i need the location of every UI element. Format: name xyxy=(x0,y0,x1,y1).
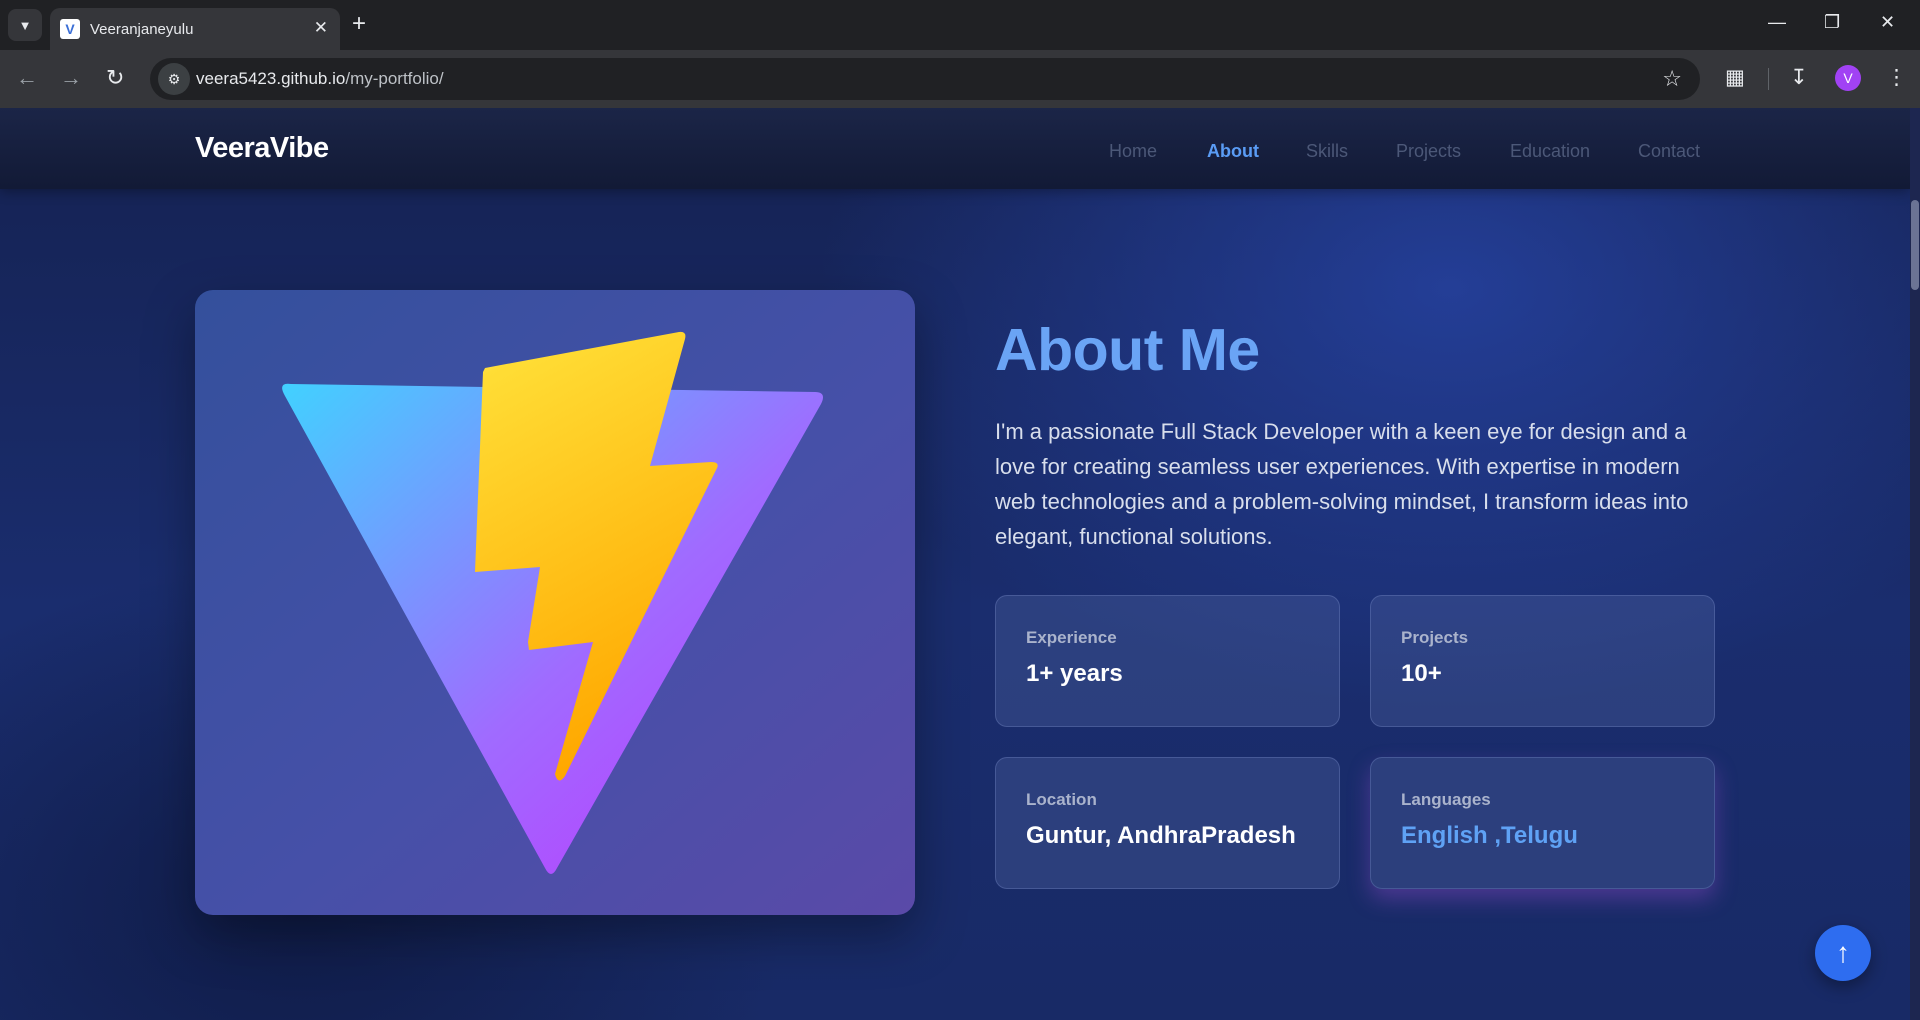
close-tab-icon[interactable]: ✕ xyxy=(314,18,328,38)
address-bar[interactable]: ⚙ veera5423.github.io/my-portfolio/ ☆ xyxy=(150,58,1700,100)
arrow-up-icon: ↑ xyxy=(1836,937,1850,968)
scroll-to-top-button[interactable]: ↑ xyxy=(1815,925,1871,981)
stat-value: English ,Telugu xyxy=(1401,822,1578,849)
nav-link-education[interactable]: Education xyxy=(1510,141,1590,162)
browser-tab[interactable]: V Veeranjaneyulu ✕ xyxy=(50,8,340,50)
stat-card-experience: Experience 1+ years xyxy=(995,595,1340,727)
url-host: veera5423.github.io xyxy=(196,69,346,88)
menu-kebab-icon[interactable]: ⋮ xyxy=(1886,66,1907,90)
favicon-icon: V xyxy=(60,19,80,39)
new-tab-button[interactable]: + xyxy=(352,12,366,36)
nav-link-contact[interactable]: Contact xyxy=(1638,141,1700,162)
browser-toolbar: ← → ↻ ⚙ veera5423.github.io/my-portfolio… xyxy=(0,50,1920,108)
nav-link-home[interactable]: Home xyxy=(1109,141,1157,162)
stat-value: Guntur, AndhraPradesh xyxy=(1026,822,1296,849)
stat-label: Experience xyxy=(1026,628,1117,647)
restore-button[interactable]: ❐ xyxy=(1824,12,1840,32)
stat-value: 1+ years xyxy=(1026,660,1123,687)
about-description: I'm a passionate Full Stack Developer wi… xyxy=(995,419,1689,549)
nav-link-skills[interactable]: Skills xyxy=(1306,141,1348,162)
stat-label: Location xyxy=(1026,790,1097,809)
vite-logo-icon xyxy=(282,331,823,874)
toolbar-divider xyxy=(1768,68,1769,90)
scrollbar-thumb[interactable] xyxy=(1911,200,1919,290)
tab-title: Veeranjaneyulu xyxy=(90,20,194,38)
bookmark-star-icon[interactable]: ☆ xyxy=(1662,66,1682,92)
about-heading: About Me xyxy=(995,317,1260,383)
site-info-icon[interactable]: ⚙ xyxy=(158,63,190,95)
page-viewport: VeeraVibe Home About Skills Projects Edu… xyxy=(0,108,1920,1020)
stat-card-projects: Projects 10+ xyxy=(1370,595,1715,727)
close-window-button[interactable]: ✕ xyxy=(1880,12,1895,32)
chevron-down-icon: ▼ xyxy=(18,17,32,33)
profile-avatar[interactable]: V xyxy=(1835,65,1861,91)
tab-search-button[interactable]: ▼ xyxy=(8,9,42,41)
nav-link-about[interactable]: About xyxy=(1207,141,1259,162)
back-button[interactable]: ← xyxy=(16,66,38,90)
minimize-button[interactable]: — xyxy=(1768,12,1786,32)
nav-link-projects[interactable]: Projects xyxy=(1396,141,1461,162)
reload-button[interactable]: ↻ xyxy=(106,66,124,90)
url-text[interactable]: veera5423.github.io/my-portfolio/ xyxy=(196,69,444,89)
stat-value: 10+ xyxy=(1401,660,1442,687)
stat-card-location: Location Guntur, AndhraPradesh xyxy=(995,757,1340,889)
browser-tab-bar: ▼ V Veeranjaneyulu ✕ + — ❐ ✕ xyxy=(0,0,1920,50)
stat-label: Languages xyxy=(1401,790,1491,809)
stat-label: Projects xyxy=(1401,628,1469,647)
site-brand[interactable]: VeeraVibe xyxy=(195,132,329,165)
stat-card-languages: Languages English ,Telugu xyxy=(1370,757,1715,889)
about-image-card xyxy=(195,290,915,915)
download-icon[interactable]: ↧ xyxy=(1790,66,1808,90)
forward-button[interactable]: → xyxy=(60,66,82,90)
extensions-icon[interactable]: ▦ xyxy=(1725,66,1745,90)
site-header: VeeraVibe Home About Skills Projects Edu… xyxy=(0,108,1910,189)
url-path: /my-portfolio/ xyxy=(345,69,444,88)
